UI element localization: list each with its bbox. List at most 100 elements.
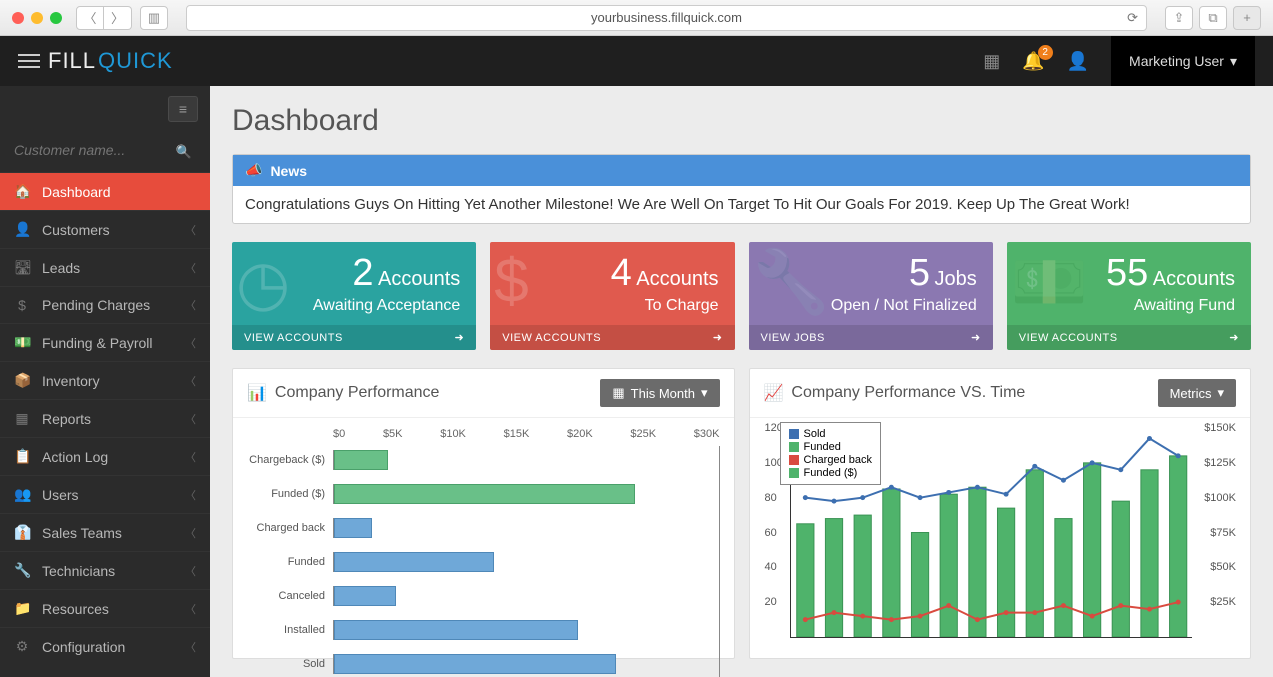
company-performance-panel: 📊 Company Performance ▦ This Month ▾ $0$… — [232, 368, 735, 659]
user-menu[interactable]: Marketing User ▾ — [1111, 36, 1255, 86]
new-tab-button[interactable]: + — [1233, 6, 1261, 30]
metrics-dropdown[interactable]: Metrics ▾ — [1158, 379, 1236, 407]
axis-tick: $25K — [1210, 596, 1236, 608]
bar — [334, 518, 372, 538]
stat-unit: Accounts — [636, 268, 718, 290]
sidebar-item-label: Dashboard — [42, 184, 111, 200]
panel-title: 📈 Company Performance VS. Time — [764, 383, 1026, 403]
chevron-down-icon: ▾ — [1230, 53, 1237, 70]
axis-tick: 80 — [765, 492, 777, 504]
chevron-left-icon: 〈 — [185, 563, 196, 579]
sidebar-item-icon: 👤 — [14, 221, 30, 238]
logo-text-quick: QUICK — [98, 48, 173, 74]
sidebar-toggle-button[interactable]: ▥ — [140, 6, 168, 30]
bar — [334, 450, 388, 470]
sidebar-item-inventory[interactable]: 📦Inventory〈 — [0, 361, 210, 399]
sidebar-collapse-button[interactable]: ≡ — [168, 96, 198, 122]
stat-footer-link[interactable]: VIEW ACCOUNTS➜ — [490, 325, 734, 350]
stat-icon: 🔧 — [753, 246, 830, 319]
chart-legend: SoldFundedCharged backFunded ($) — [780, 422, 882, 485]
bar-label: Chargeback ($) — [247, 454, 333, 466]
close-window-icon[interactable] — [12, 12, 24, 24]
share-button[interactable]: ⇪ — [1165, 6, 1193, 30]
bar-row: Funded ($) — [247, 480, 719, 508]
tabs-button[interactable]: ⧉ — [1199, 6, 1227, 30]
app-logo[interactable]: FILLQUICK — [18, 48, 173, 74]
sidebar-item-customers[interactable]: 👤Customers〈 — [0, 210, 210, 248]
axis-tick: $5K — [383, 428, 403, 440]
sidebar-item-icon: 👔 — [14, 524, 30, 541]
chevron-down-icon: ▾ — [1217, 385, 1224, 401]
stat-icon: $ — [494, 246, 528, 317]
search-input[interactable] — [14, 142, 196, 158]
sidebar: ≡ 🔍 🏠Dashboard👤Customers〈🛣Leads〈$Pending… — [0, 86, 210, 677]
stat-unit: Accounts — [1153, 268, 1235, 290]
browser-chrome: 〈 〉 ▥ yourbusiness.fillquick.com ⟳ ⇪ ⧉ + — [0, 0, 1273, 36]
reload-icon[interactable]: ⟳ — [1127, 10, 1138, 26]
logo-text-fill: FILL — [48, 48, 96, 74]
sidebar-item-label: Sales Teams — [42, 525, 122, 541]
bar-label: Charged back — [247, 522, 333, 534]
stat-footer-link[interactable]: VIEW JOBS➜ — [749, 325, 993, 350]
sidebar-item-action-log[interactable]: 📋 Action Log 〈 — [0, 437, 210, 475]
stat-icon: ◷ — [236, 246, 290, 319]
stat-subtitle: To Charge — [506, 297, 718, 315]
notifications-icon[interactable]: 🔔 2 — [1022, 51, 1044, 72]
sidebar-item-users[interactable]: 👥Users〈 — [0, 475, 210, 513]
bar-label: Installed — [247, 624, 333, 636]
sidebar-search[interactable]: 🔍 — [0, 132, 210, 172]
legend-item: Charged back — [789, 454, 873, 466]
notif-badge: 2 — [1038, 45, 1053, 60]
chevron-left-icon: 〈 — [185, 411, 196, 427]
stat-count: 55 — [1106, 252, 1148, 294]
zoom-window-icon[interactable] — [50, 12, 62, 24]
sidebar-item-pending-charges[interactable]: $Pending Charges〈 — [0, 286, 210, 323]
bar-row: Chargeback ($) — [247, 446, 719, 474]
stat-count: 4 — [611, 252, 632, 294]
sidebar-item-sales-teams[interactable]: 👔 Sales Teams 〈 — [0, 513, 210, 551]
sidebar-item-label: Action Log — [42, 449, 108, 465]
sidebar-item-label: Leads — [42, 260, 80, 276]
profile-icon[interactable]: 👤 — [1067, 51, 1089, 72]
sidebar-item-icon: 💵 — [14, 334, 30, 351]
stat-footer-link[interactable]: VIEW ACCOUNTS➜ — [232, 325, 476, 350]
stat-icon: 💵 — [1011, 246, 1088, 319]
chevron-left-icon: 〈 — [185, 487, 196, 503]
stat-footer-link[interactable]: VIEW ACCOUNTS➜ — [1007, 325, 1251, 350]
news-body: Congratulations Guys On Hitting Yet Anot… — [233, 186, 1250, 223]
sidebar-item-funding-payroll[interactable]: 💵Funding & Payroll〈 — [0, 323, 210, 361]
calendar-icon[interactable]: ▦ — [983, 51, 1000, 72]
search-icon: 🔍 — [176, 144, 192, 160]
app-header: FILLQUICK ▦ 🔔 2 👤 Marketing User ▾ — [0, 36, 1273, 86]
back-button[interactable]: 〈 — [76, 6, 104, 30]
menu-icon[interactable] — [18, 54, 40, 68]
sidebar-item-configuration[interactable]: ⚙Configuration〈 — [0, 627, 210, 665]
sidebar-item-icon: 📋 — [14, 448, 30, 465]
chevron-left-icon: 〈 — [185, 525, 196, 541]
chevron-left-icon: 〈 — [185, 601, 196, 617]
sidebar-item-resources[interactable]: 📁Resources〈 — [0, 589, 210, 627]
period-dropdown[interactable]: ▦ This Month ▾ — [600, 379, 719, 407]
url-bar[interactable]: yourbusiness.fillquick.com ⟳ — [186, 5, 1147, 31]
sidebar-item-label: Configuration — [42, 639, 125, 655]
chevron-left-icon: 〈 — [185, 297, 196, 313]
sidebar-item-dashboard[interactable]: 🏠Dashboard — [0, 172, 210, 210]
axis-tick: $75K — [1210, 527, 1236, 539]
axis-tick: $15K — [504, 428, 530, 440]
chevron-left-icon: 〈 — [185, 449, 196, 465]
performance-vs-time-panel: 📈 Company Performance VS. Time Metrics ▾… — [749, 368, 1252, 659]
sidebar-item-icon: 👥 — [14, 486, 30, 503]
stats-row: ◷2 AccountsAwaiting AcceptanceVIEW ACCOU… — [232, 242, 1251, 350]
axis-tick: 20 — [765, 596, 777, 608]
axis-tick: $125K — [1204, 457, 1236, 469]
axis-tick: $30K — [694, 428, 720, 440]
line-chart-icon: 📈 — [764, 383, 784, 403]
sidebar-item-reports[interactable]: ▦Reports〈 — [0, 399, 210, 437]
chevron-left-icon: 〈 — [185, 373, 196, 389]
forward-button[interactable]: 〉 — [104, 6, 132, 30]
sidebar-item-technicians[interactable]: 🔧Technicians〈 — [0, 551, 210, 589]
sidebar-item-leads[interactable]: 🛣Leads〈 — [0, 248, 210, 286]
axis-tick: 40 — [765, 561, 777, 573]
minimize-window-icon[interactable] — [31, 12, 43, 24]
arrow-right-icon: ➜ — [455, 331, 465, 344]
